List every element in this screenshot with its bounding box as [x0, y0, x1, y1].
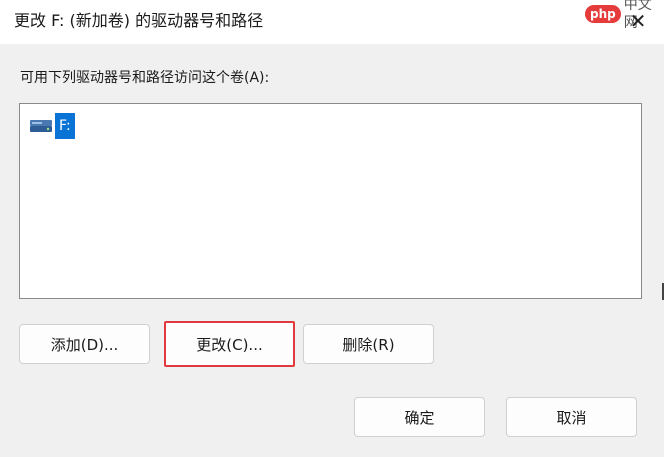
remove-button[interactable]: 删除(R)	[303, 324, 434, 364]
change-button[interactable]: 更改(C)...	[164, 321, 295, 367]
window-title: 更改 F: (新加卷) 的驱动器号和路径	[14, 11, 264, 30]
drive-icon	[29, 115, 53, 137]
drive-path-list[interactable]: F:	[19, 103, 642, 299]
title-bar: 更改 F: (新加卷) 的驱动器号和路径 php 中文网 ✕	[0, 0, 664, 44]
add-button[interactable]: 添加(D)...	[19, 324, 150, 364]
close-icon: ✕	[629, 9, 647, 33]
cancel-button[interactable]: 取消	[506, 397, 637, 437]
watermark-badge: php	[585, 5, 621, 23]
prompt-label: 可用下列驱动器号和路径访问这个卷(A):	[20, 70, 270, 86]
list-item[interactable]: F:	[29, 113, 75, 139]
list-item-label: F:	[55, 113, 75, 139]
ok-button[interactable]: 确定	[354, 397, 485, 437]
close-button[interactable]: ✕	[626, 8, 650, 34]
